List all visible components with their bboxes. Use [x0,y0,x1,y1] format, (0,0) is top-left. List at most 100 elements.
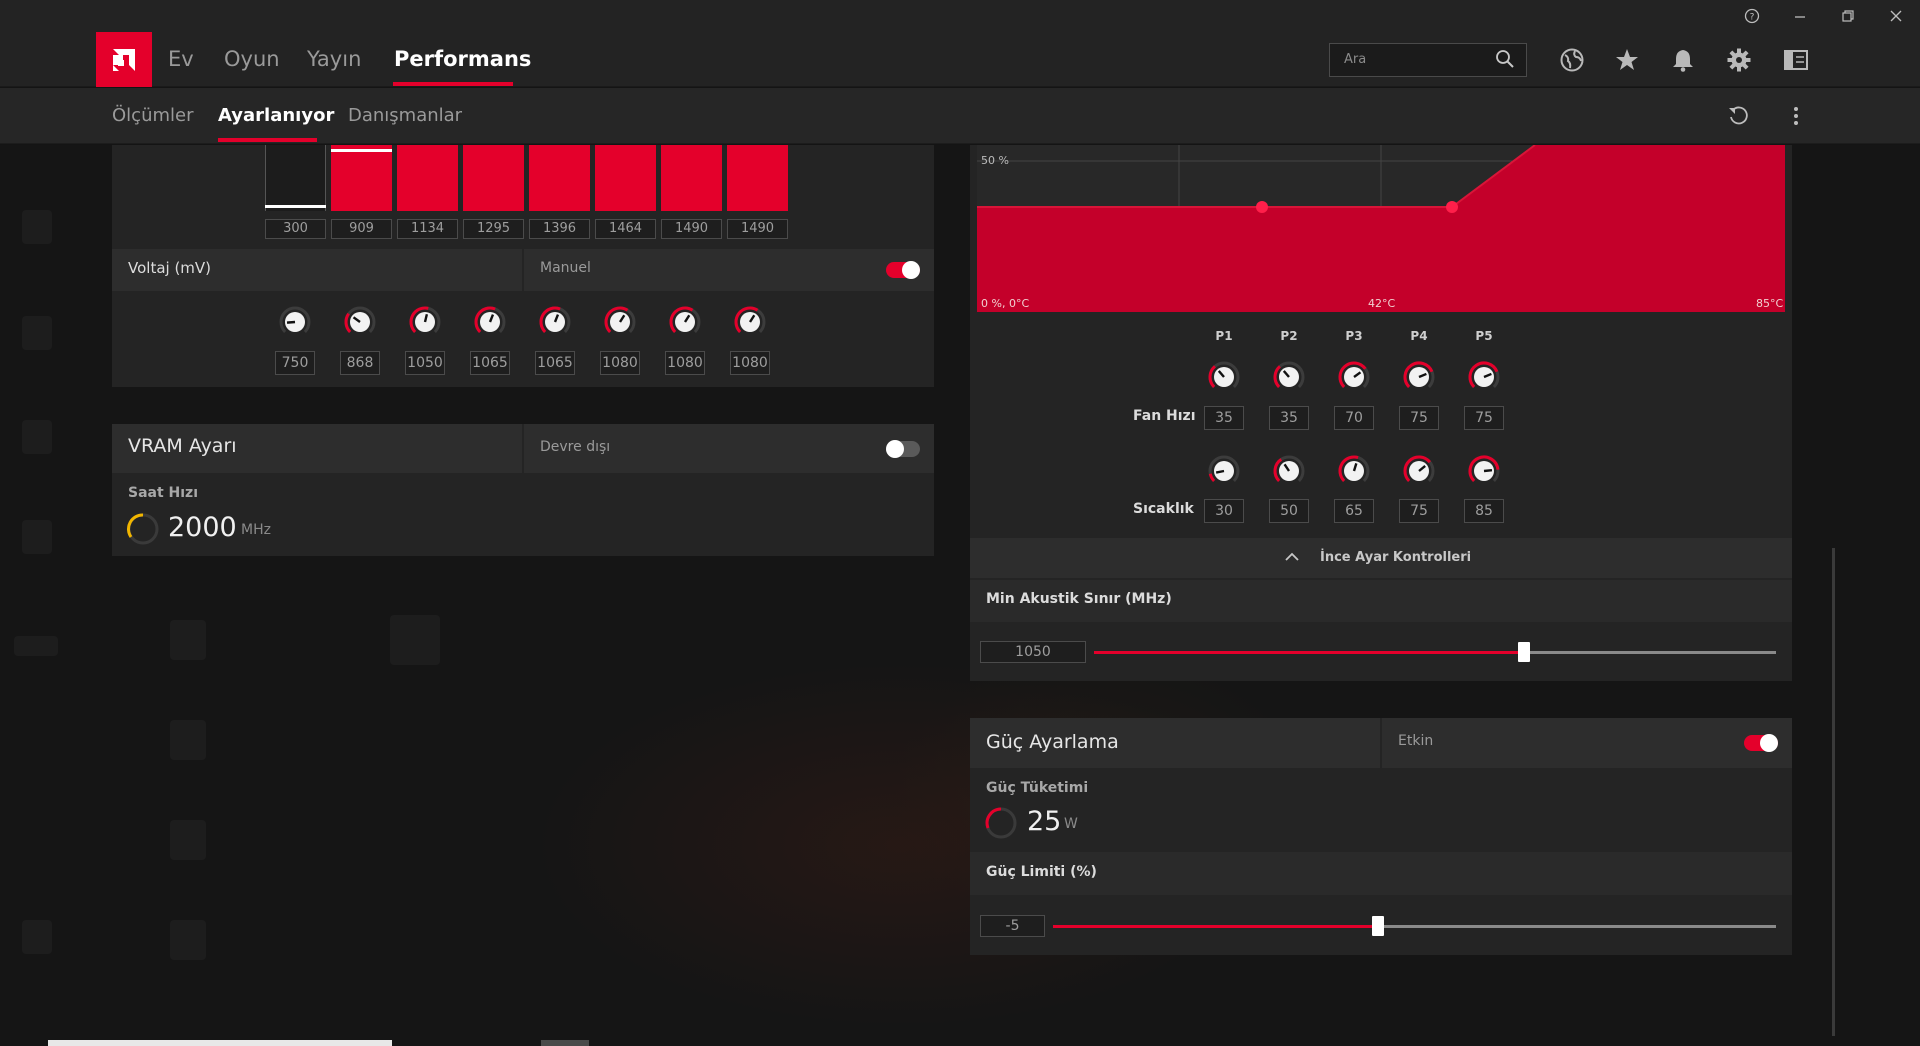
subtab-danismanlar[interactable]: Danışmanlar [348,88,462,144]
desktop-ghost-icon [170,820,206,860]
minimize-button[interactable] [1776,0,1824,32]
voltage-value[interactable]: 750 [275,351,315,375]
vram-clock-unit: MHz [241,522,271,538]
fan-speed-value[interactable]: 75 [1399,406,1439,430]
restore-button[interactable] [1824,0,1872,32]
power-toggle[interactable] [1744,734,1778,752]
reset-button[interactable] [1726,104,1750,132]
voltage-knob[interactable] [732,304,768,340]
frequency-value[interactable]: 1396 [529,219,590,239]
temperature-value[interactable]: 30 [1204,499,1244,523]
temperature-knob[interactable] [1401,453,1437,489]
close-button[interactable] [1872,0,1920,32]
frequency-value[interactable]: 1464 [595,219,656,239]
frequency-bar[interactable] [727,145,788,211]
voltage-knob[interactable] [472,304,508,340]
voltage-value[interactable]: 1065 [470,351,510,375]
min-acoustic-input[interactable]: 1050 [980,641,1086,663]
voltage-value[interactable]: 1080 [600,351,640,375]
nav-tab-performans[interactable]: Performans [394,32,531,87]
voltage-value[interactable]: 1065 [535,351,575,375]
temperature-value[interactable]: 50 [1269,499,1309,523]
frequency-value[interactable]: 909 [331,219,392,239]
vram-toggle[interactable] [886,440,920,458]
fan-curve-x-mid-label: 42°C [1368,297,1396,310]
nav-tab-oyun[interactable]: Oyun [224,32,280,87]
fan-curve-y-mid-label: 50 % [981,154,1009,167]
gear-icon [1727,48,1751,72]
layout-button[interactable] [1780,44,1812,76]
globe-button[interactable] [1556,44,1588,76]
temperature-label: Sıcaklık [1133,501,1194,517]
bell-icon [1673,50,1693,72]
fan-speed-knob[interactable] [1336,359,1372,395]
settings-button[interactable] [1723,44,1755,76]
voltage-value[interactable]: 1050 [405,351,445,375]
power-limit-slider-thumb[interactable] [1372,916,1384,936]
voltage-value[interactable]: 1080 [665,351,705,375]
nav-tab-yayin[interactable]: Yayın [307,32,361,87]
fan-speed-value[interactable]: 35 [1204,406,1244,430]
voltage-toggle[interactable] [886,261,920,279]
fan-point-column-label: P5 [1475,329,1493,343]
voltage-knob[interactable] [667,304,703,340]
vram-clock-label: Saat Hızı [128,485,199,501]
voltage-knob[interactable] [407,304,443,340]
vram-title: VRAM Ayarı [128,435,237,457]
frequency-value[interactable]: 1134 [397,219,458,239]
voltage-knob[interactable] [537,304,573,340]
fan-point-column-label: P3 [1345,329,1363,343]
notifications-button[interactable] [1667,44,1699,76]
frequency-bar[interactable] [529,145,590,211]
fan-speed-value[interactable]: 70 [1334,406,1374,430]
frequency-value[interactable]: 1295 [463,219,524,239]
fan-speed-knob[interactable] [1206,359,1242,395]
voltage-value[interactable]: 868 [340,351,380,375]
temperature-value[interactable]: 85 [1464,499,1504,523]
desktop-ghost-icon [22,316,52,350]
voltage-knob[interactable] [277,304,313,340]
fan-curve-point-p1[interactable] [1256,201,1268,213]
fan-speed-knob[interactable] [1466,359,1502,395]
temperature-knob[interactable] [1466,453,1502,489]
nav-tab-ev[interactable]: Ev [168,32,194,87]
fan-speed-knob[interactable] [1271,359,1307,395]
frequency-bar[interactable] [463,145,524,211]
more-options-button[interactable] [1786,104,1806,132]
subtab-ayarlaniyor[interactable]: Ayarlanıyor [218,88,334,144]
power-title: Güç Ayarlama [986,731,1119,753]
frequency-value[interactable]: 300 [265,219,326,239]
favorites-button[interactable] [1611,44,1643,76]
frequency-bar[interactable] [661,145,722,211]
temperature-knob[interactable] [1206,453,1242,489]
power-limit-input[interactable]: -5 [980,915,1045,937]
amd-logo[interactable] [96,32,152,87]
fan-speed-value[interactable]: 75 [1464,406,1504,430]
voltage-knob[interactable] [342,304,378,340]
fan-curve-point-p2[interactable] [1446,201,1458,213]
fan-speed-knob[interactable] [1401,359,1437,395]
subtab-olcumler[interactable]: Ölçümler [112,88,193,144]
min-acoustic-slider-thumb[interactable] [1518,642,1530,662]
scrollbar-thumb[interactable] [1832,548,1835,1036]
voltage-value[interactable]: 1080 [730,351,770,375]
temperature-value[interactable]: 65 [1334,499,1374,523]
frequency-bar[interactable] [595,145,656,211]
desktop-ghost-icon [390,615,440,665]
frequency-bar[interactable] [397,145,458,211]
fan-curve-chart[interactable] [977,145,1785,312]
temperature-value[interactable]: 75 [1399,499,1439,523]
temperature-knob[interactable] [1336,453,1372,489]
search-button[interactable] [1495,49,1515,73]
temperature-knob[interactable] [1271,453,1307,489]
frequency-value[interactable]: 1490 [727,219,788,239]
fan-speed-value[interactable]: 35 [1269,406,1309,430]
frequency-bar[interactable] [265,145,326,211]
help-button[interactable]: ? [1728,0,1776,32]
reset-icon [1729,106,1748,125]
search-placeholder: Ara [1344,52,1367,67]
frequency-value[interactable]: 1490 [661,219,722,239]
vram-clock-gauge-icon [127,513,159,545]
frequency-bar[interactable] [331,145,392,211]
voltage-knob[interactable] [602,304,638,340]
